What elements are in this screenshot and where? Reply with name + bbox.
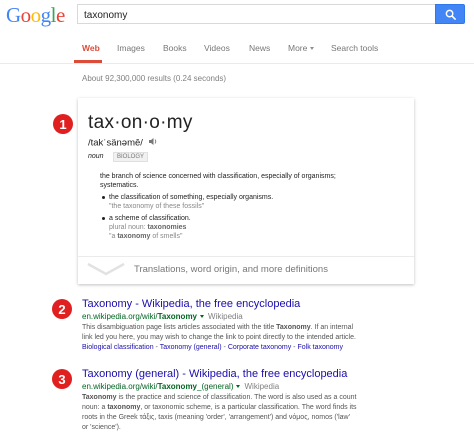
url-bold: Taxonomy: [157, 312, 198, 321]
logo-letter: o: [30, 3, 42, 27]
bullet-dot: [102, 217, 105, 220]
tab-videos[interactable]: Videos: [204, 43, 230, 53]
chevron-down-icon: [310, 47, 315, 51]
active-tab-indicator: [74, 60, 102, 63]
snippet-text: is the practice and science of classific…: [116, 394, 357, 401]
snippet-text: noun: a: [82, 404, 108, 411]
result-snippet-1-line-2: link led you here, you may wish to chang…: [82, 333, 356, 343]
tab-more-label: More: [288, 43, 308, 53]
plural-label: plural noun:: [109, 224, 146, 231]
url-bold: Taxonomy: [157, 382, 198, 391]
snippet-bold: taxonomy: [107, 404, 141, 411]
result-url-2: en.wikipedia.org/wiki/Taxonomy_(general)…: [82, 382, 279, 391]
snippet-bold: Taxonomy: [82, 394, 117, 401]
sitelink-folk-taxonomy[interactable]: Folk taxonomy: [297, 344, 343, 351]
example-2: "a taxonomy of smells": [109, 232, 182, 241]
definition-line-2: systematics.: [100, 182, 139, 189]
part-of-speech: noun: [88, 153, 104, 160]
sitelink-corporate-taxonomy[interactable]: Corporate taxonomy: [228, 344, 291, 351]
url-base: en.wikipedia.org/wiki/: [82, 382, 158, 391]
snippet-text: , or taxonomic scheme, is a particular c…: [140, 404, 357, 411]
speaker-icon[interactable]: [148, 137, 158, 149]
snippet-text: roots in the Greek τάξις, taxis (meaning…: [82, 414, 350, 421]
subject-badge: BIOLOGY: [113, 152, 149, 162]
result-sitelinks-1: Biological classification - Taxonomy (ge…: [82, 344, 343, 351]
sub-definition-2: a scheme of classification.: [109, 215, 191, 222]
snippet-text: link led you here, you may wish to chang…: [82, 334, 356, 341]
definition-line-1: the branch of science concerned with cla…: [100, 173, 336, 180]
result-url-1: en.wikipedia.org/wiki/Taxonomy Wikipedia: [82, 312, 243, 321]
dictionary-card: tax·on·o·my /takˈsänəmē/ noun BIOLOGY th…: [78, 98, 414, 284]
tab-books[interactable]: Books: [163, 43, 187, 53]
tab-images[interactable]: Images: [117, 43, 145, 53]
search-icon: [445, 9, 456, 20]
result-snippet-2-line-3: roots in the Greek τάξις, taxis (meaning…: [82, 413, 350, 423]
bullet-dot: [102, 196, 105, 199]
logo-letter: e: [56, 3, 65, 27]
plural-value: taxonomies: [147, 224, 187, 231]
example-2-pre: "a: [109, 233, 116, 240]
tab-news[interactable]: News: [249, 43, 270, 53]
callout-marker-1: 1: [53, 114, 73, 134]
sub-definition-1: the classification of something, especia…: [109, 194, 274, 201]
header: Google: [0, 0, 474, 30]
google-logo[interactable]: Google: [6, 4, 65, 26]
logo-letter: G: [6, 3, 21, 27]
more-definitions-expander[interactable]: Translations, word origin, and more defi…: [78, 257, 414, 284]
more-definitions-link[interactable]: Translations, word origin, and more defi…: [134, 264, 328, 275]
dictionary-word: tax·on·o·my: [88, 112, 193, 133]
callout-marker-3: 3: [52, 369, 72, 389]
result-snippet-2-line-4: or 'science').: [82, 423, 121, 433]
url-source: Wikipedia: [244, 382, 280, 391]
example-2-bold: taxonomy: [117, 233, 151, 240]
sitelink-biological-classification[interactable]: Biological classification: [82, 344, 154, 351]
url-source: Wikipedia: [208, 312, 243, 321]
result-title-2[interactable]: Taxonomy (general) - Wikipedia, the free…: [82, 368, 347, 380]
snippet-text: This disambiguation page lists articles …: [82, 324, 277, 331]
url-base: en.wikipedia.org/wiki/: [82, 312, 158, 321]
logo-letter: o: [20, 3, 32, 27]
url-suffix: _(general): [197, 382, 234, 391]
search-button[interactable]: [435, 4, 465, 24]
chevron-down-icon[interactable]: [236, 385, 241, 389]
search-tabs: Web Images Books Videos News More Search…: [0, 30, 474, 64]
sitelink-taxonomy-general[interactable]: Taxonomy (general): [160, 344, 222, 351]
snippet-bold: Taxonomy: [276, 324, 311, 331]
logo-letter: g: [40, 3, 52, 27]
search-input[interactable]: [78, 6, 435, 25]
result-stats: About 92,300,000 results (0.24 seconds): [82, 74, 227, 83]
tab-more[interactable]: More: [288, 43, 315, 53]
snippet-text: or 'science').: [82, 424, 121, 431]
result-snippet-1-line-1: This disambiguation page lists articles …: [82, 323, 353, 333]
chevron-down-icon: [87, 262, 125, 276]
tab-search-tools[interactable]: Search tools: [331, 43, 378, 53]
tab-web[interactable]: Web: [82, 43, 100, 53]
plural-form: plural noun: taxonomies: [109, 223, 186, 232]
snippet-text: . If an internal: [310, 324, 354, 331]
result-snippet-2-line-2: noun: a taxonomy, or taxonomic scheme, i…: [82, 403, 357, 413]
chevron-down-icon[interactable]: [200, 315, 205, 319]
example-1: "the taxonomy of these fossils": [109, 203, 205, 210]
search-box[interactable]: [77, 4, 435, 25]
callout-marker-2: 2: [52, 299, 72, 319]
result-title-1[interactable]: Taxonomy - Wikipedia, the free encyclope…: [82, 298, 300, 310]
pronunciation: /takˈsänəmē/: [88, 137, 158, 149]
result-snippet-2-line-1: Taxonomy is the practice and science of …: [82, 393, 356, 403]
phonetic-text: /takˈsänəmē/: [88, 137, 143, 149]
example-2-post: of smells": [152, 233, 183, 240]
